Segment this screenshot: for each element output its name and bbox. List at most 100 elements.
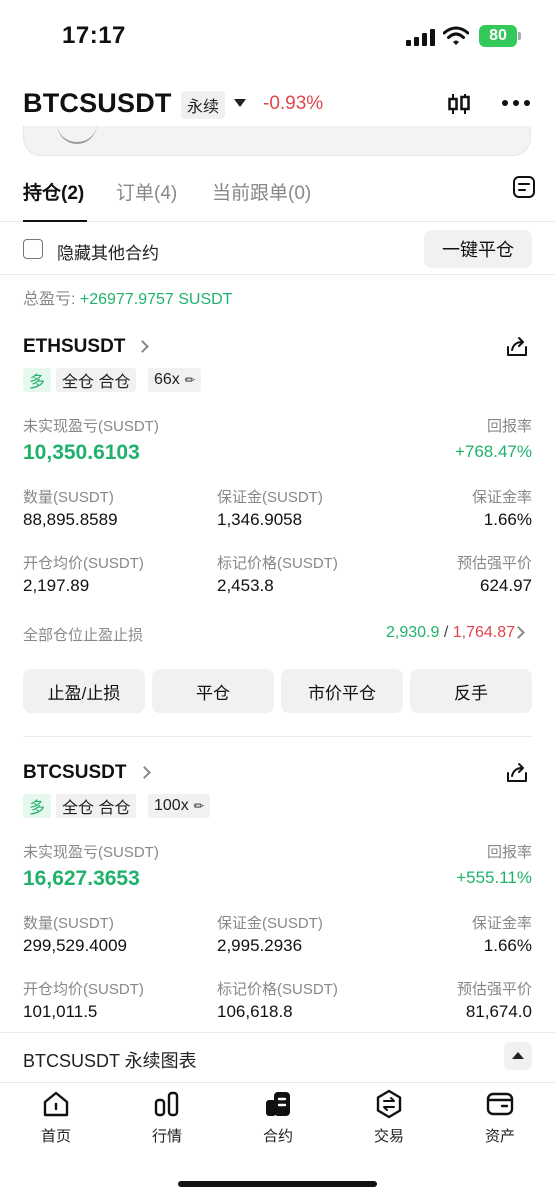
unrealized-pnl-label: 未实现盈亏(SUSDT) <box>23 844 159 861</box>
margin-rate-label: 保证金率 <box>471 489 532 506</box>
wifi-icon <box>443 26 469 45</box>
chart-bar-label: BTCSUSDT 永续图表 <box>23 1051 197 1071</box>
hide-others-label[interactable]: 隐藏其他合约 <box>57 239 159 264</box>
tab-positions[interactable]: 持仓(2) <box>23 178 84 205</box>
wallet-icon <box>486 1092 514 1116</box>
close-position-button[interactable]: 平仓 <box>152 669 274 713</box>
contract-type-badge: 永续 <box>181 91 226 119</box>
chevron-up-icon[interactable] <box>504 1042 532 1070</box>
home-icon <box>43 1091 69 1117</box>
unrealized-pnl-value: 10,350.6103 <box>23 441 140 464</box>
entry-price-value: 101,011.5 <box>23 1002 98 1021</box>
position-symbol[interactable]: ETHSUSDT <box>23 336 125 358</box>
unrealized-pnl-label: 未实现盈亏(SUSDT) <box>23 418 159 435</box>
chevron-right-icon[interactable] <box>138 766 151 779</box>
banner-avatar <box>57 116 97 144</box>
total-pnl-label: 总盈亏: <box>23 291 80 308</box>
chevron-right-icon[interactable] <box>136 340 149 353</box>
status-bar: 17:17 80 <box>0 0 555 72</box>
bottom-nav: 首页 行情 合约 交易 资产 <box>0 1082 555 1200</box>
roi-label: 回报率 <box>486 844 532 861</box>
take-profit-value: 2,930.9 <box>385 624 440 641</box>
roi-value: +768.47% <box>454 442 532 461</box>
nav-futures[interactable]: 合约 <box>238 1089 318 1149</box>
market-close-button[interactable]: 市价平仓 <box>281 669 403 713</box>
filter-row: 隐藏其他合约 一键平仓 <box>0 223 555 275</box>
tab-copy-trading[interactable]: 当前跟单(0) <box>212 178 311 205</box>
mark-price-label: 标记价格(SUSDT) <box>217 981 338 998</box>
liq-price-label: 预估强平价 <box>456 981 532 998</box>
margin-mode-tag: 全仓 合仓 <box>56 368 137 392</box>
margin-rate-label: 保证金率 <box>471 915 532 932</box>
nav-trade[interactable]: 交易 <box>349 1089 429 1149</box>
quantity-label: 数量(SUSDT) <box>23 915 114 932</box>
candlestick-icon[interactable] <box>446 91 472 117</box>
share-icon[interactable] <box>505 761 529 785</box>
battery-level: 80 <box>489 27 507 44</box>
roi-label: 回报率 <box>486 418 532 435</box>
mark-price-value: 2,453.8 <box>217 576 274 595</box>
nav-markets[interactable]: 行情 <box>127 1089 207 1149</box>
more-icon[interactable] <box>502 100 530 108</box>
close-all-button[interactable]: 一键平仓 <box>424 230 532 268</box>
total-pnl: 总盈亏: +26977.9757 SUSDT <box>23 285 232 309</box>
battery-tip <box>518 32 521 40</box>
quantity-value: 88,895.8589 <box>23 510 118 529</box>
active-tab-indicator <box>23 220 87 222</box>
margin-rate-value: 1.66% <box>483 936 532 955</box>
chart-bar[interactable]: BTCSUSDT 永续图表 <box>0 1032 555 1082</box>
signal-icon <box>406 28 436 46</box>
pencil-icon: ✎ <box>181 371 199 389</box>
side-tag: 多 <box>23 368 52 392</box>
entry-price-label: 开仓均价(SUSDT) <box>23 981 144 998</box>
stop-loss-value: 1,764.87 <box>452 624 515 641</box>
nav-label: 合约 <box>262 1128 293 1145</box>
status-time: 17:17 <box>62 22 126 49</box>
tpsl-button[interactable]: 止盈/止损 <box>23 669 145 713</box>
margin-value: 1,346.9058 <box>217 510 303 529</box>
tpsl-values[interactable]: 2,930.9 / 1,764.87 <box>386 624 515 642</box>
nav-home[interactable]: 首页 <box>16 1089 96 1149</box>
margin-value: 2,995.2936 <box>217 936 303 955</box>
price-change: -0.93% <box>263 93 324 114</box>
markets-icon <box>154 1091 179 1117</box>
home-indicator[interactable] <box>178 1181 377 1187</box>
reverse-button[interactable]: 反手 <box>410 669 532 713</box>
banner-card[interactable] <box>23 126 531 156</box>
liq-price-label: 预估强平价 <box>456 555 532 572</box>
tpsl-label: 全部仓位止盈止损 <box>23 627 144 644</box>
trade-icon <box>376 1089 402 1119</box>
side-tag: 多 <box>23 794 52 818</box>
liq-price-value: 624.97 <box>480 576 532 595</box>
tab-orders[interactable]: 订单(4) <box>116 178 177 205</box>
quantity-value: 299,529.4009 <box>23 936 127 955</box>
mark-price-value: 106,618.8 <box>217 1002 293 1021</box>
margin-label: 保证金(SUSDT) <box>217 915 323 932</box>
quantity-label: 数量(SUSDT) <box>23 489 114 506</box>
nav-assets[interactable]: 资产 <box>460 1089 540 1149</box>
margin-mode-tag: 全仓 合仓 <box>56 794 137 818</box>
unrealized-pnl-value: 16,627.3653 <box>23 867 140 890</box>
leverage-value: 100x <box>154 797 189 814</box>
leverage-value: 66x <box>154 371 180 388</box>
divider <box>23 736 532 737</box>
battery-indicator: 80 <box>479 25 517 47</box>
margin-rate-value: 1.66% <box>483 510 532 529</box>
mark-price-label: 标记价格(SUSDT) <box>217 555 338 572</box>
nav-label: 行情 <box>151 1128 182 1145</box>
margin-label: 保证金(SUSDT) <box>217 489 323 506</box>
leverage-tag[interactable]: 66x ✎ <box>148 368 201 392</box>
entry-price-label: 开仓均价(SUSDT) <box>23 555 144 572</box>
pencil-icon: ✎ <box>190 797 208 815</box>
position-tabs: 持仓(2) 订单(4) 当前跟单(0) <box>0 164 555 222</box>
pair-title[interactable]: BTCSUSDT <box>23 88 172 119</box>
roi-value: +555.11% <box>456 868 532 887</box>
leverage-tag[interactable]: 100x ✎ <box>148 794 210 818</box>
chevron-down-icon[interactable] <box>234 99 246 107</box>
document-icon[interactable] <box>512 175 536 199</box>
futures-icon <box>266 1092 290 1116</box>
total-pnl-value: +26977.9757 SUSDT <box>79 291 233 308</box>
share-icon[interactable] <box>505 335 529 359</box>
position-symbol[interactable]: BTCSUSDT <box>23 762 126 784</box>
hide-others-checkbox[interactable] <box>23 239 43 259</box>
